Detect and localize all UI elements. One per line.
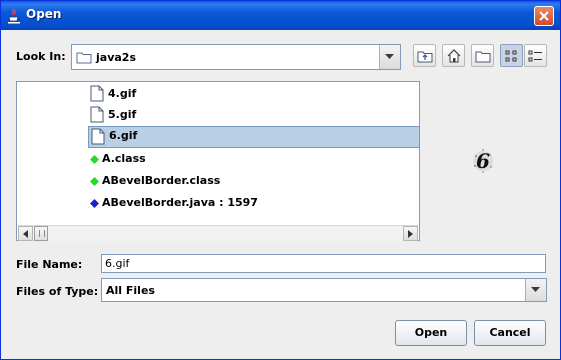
- green-diamond-icon: [90, 155, 99, 164]
- file-type-dropdown-button[interactable]: [525, 279, 546, 301]
- chevron-down-icon: [531, 287, 540, 292]
- new-folder-button[interactable]: [471, 44, 494, 67]
- file-icon: [90, 106, 104, 123]
- list-view-icon: [505, 50, 517, 62]
- image-preview: 6: [473, 149, 493, 173]
- file-type-combo[interactable]: All Files: [101, 278, 547, 302]
- file-name: 5.gif: [108, 108, 137, 121]
- file-name-input[interactable]: 6.gif: [101, 254, 546, 273]
- list-view-button[interactable]: [500, 44, 523, 67]
- details-view-icon: [528, 50, 542, 62]
- window-title: Open: [26, 7, 62, 21]
- file-name: A.class: [102, 152, 146, 165]
- up-one-level-icon: [417, 51, 433, 63]
- home-icon: [447, 49, 461, 63]
- title-bar[interactable]: Open: [1, 1, 560, 30]
- file-name: 4.gif: [108, 87, 137, 100]
- look-in-dropdown-button[interactable]: [379, 45, 400, 69]
- file-type-label: Files of Type:: [16, 285, 99, 298]
- cancel-button[interactable]: Cancel: [474, 320, 546, 346]
- chevron-down-icon: [385, 54, 394, 59]
- java-cup-icon: [8, 8, 20, 24]
- list-item-selected[interactable]: 6.gif: [88, 126, 420, 148]
- blue-diamond-icon: [90, 199, 99, 208]
- home-button[interactable]: [442, 44, 465, 67]
- file-name: ABevelBorder.class: [102, 174, 221, 187]
- up-one-level-button[interactable]: [413, 44, 436, 67]
- open-button[interactable]: Open: [395, 320, 467, 346]
- look-in-value: java2s: [96, 51, 136, 64]
- close-icon: [539, 11, 549, 21]
- file-list[interactable]: 4.gif 5.gif 6.gif A.class ABevelBorder.c…: [16, 81, 420, 241]
- arrow-left-icon: [23, 230, 28, 238]
- preview-glyph: 6: [476, 149, 490, 173]
- file-name-label: File Name:: [16, 258, 83, 271]
- list-item[interactable]: ABevelBorder.java : 1597: [89, 193, 419, 213]
- file-name: 6.gif: [109, 129, 138, 142]
- file-icon: [91, 128, 105, 145]
- file-type-value: All Files: [106, 284, 155, 297]
- green-diamond-icon: [90, 177, 99, 186]
- folder-icon: [76, 52, 92, 64]
- look-in-combo[interactable]: java2s: [71, 44, 401, 70]
- close-button[interactable]: [534, 6, 554, 26]
- file-name: ABevelBorder.java : 1597: [102, 196, 258, 209]
- details-view-button[interactable]: [524, 44, 547, 67]
- list-item[interactable]: ABevelBorder.class: [89, 171, 419, 191]
- scrollbar-thumb[interactable]: [34, 226, 48, 241]
- look-in-label: Look In:: [16, 50, 66, 63]
- file-icon: [90, 85, 104, 102]
- new-folder-icon: [475, 51, 491, 63]
- scroll-left-button[interactable]: [18, 226, 33, 241]
- list-item[interactable]: 4.gif: [89, 84, 419, 104]
- list-item[interactable]: A.class: [89, 149, 419, 169]
- open-dialog: Open Look In: java2s 4.gif 5.gif 6.gif A…: [0, 0, 561, 360]
- list-item[interactable]: 5.gif: [89, 105, 419, 125]
- arrow-right-icon: [408, 230, 413, 238]
- scroll-right-button[interactable]: [403, 226, 418, 241]
- horizontal-scrollbar[interactable]: [18, 225, 418, 241]
